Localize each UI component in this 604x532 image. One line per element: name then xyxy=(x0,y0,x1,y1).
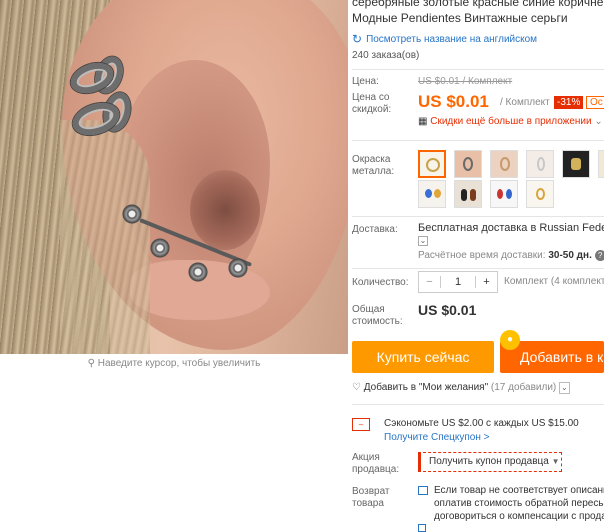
divider xyxy=(352,69,604,70)
get-coupon-link[interactable]: Получите Спецкупон > xyxy=(384,432,490,443)
translate-title-link[interactable]: ↻ Посмотреть название на английском xyxy=(352,32,604,46)
extra-badge: Ос xyxy=(586,96,604,109)
chevron-down-icon[interactable]: ⌄ xyxy=(559,382,570,394)
shipping-dropdown-chevron-icon[interactable]: ⌄ xyxy=(418,236,428,246)
app-promo-text[interactable]: Скидки ещё больше в приложении xyxy=(430,116,591,127)
get-seller-coupon-button[interactable]: Получить купон продавца ▼ xyxy=(418,452,562,472)
magnifier-icon: ⚲ xyxy=(87,358,95,369)
price-label: Цена: xyxy=(352,76,379,87)
buy-now-button[interactable]: Купить сейчас xyxy=(352,341,494,373)
color-swatch[interactable] xyxy=(526,180,554,208)
app-promo-link[interactable]: ▦ Скидки ещё больше в приложении ⌄ xyxy=(418,116,603,127)
flower-charm xyxy=(150,238,170,258)
divider xyxy=(352,404,604,405)
discount-price-label: Цена со скидкой: xyxy=(352,92,392,115)
divider xyxy=(352,268,604,269)
product-title-line: серебряные золотые красные синие коричне xyxy=(352,0,604,9)
total-value: US $0.01 xyxy=(418,302,477,318)
heart-icon: ♡ xyxy=(352,382,361,393)
metal-color-label: Окраска металла: xyxy=(352,154,395,177)
qr-code-icon: ▦ xyxy=(418,116,428,127)
returns-text-line: оплатив стоимость обратной пересы xyxy=(434,498,604,509)
discount-badge: -31% xyxy=(554,96,584,109)
color-swatch[interactable] xyxy=(454,150,482,178)
returns-text-line: Если товар не соответствует описани xyxy=(434,485,604,496)
return-policy-icon xyxy=(418,486,428,495)
color-swatch[interactable] xyxy=(418,180,446,208)
coupon-text: Сэкономьте US $2.00 с каждых US $15.00 xyxy=(384,418,579,429)
zoom-hint: ⚲ Наведите курсор, чтобы увеличить xyxy=(0,358,348,369)
returns-text: Если товар не соответствует описани опла… xyxy=(434,484,604,523)
color-swatch-selected[interactable] xyxy=(418,150,446,178)
current-price: US $0.01 xyxy=(418,92,489,111)
flower-charm xyxy=(188,262,208,282)
product-title: серебряные золотые красные синие коричне… xyxy=(352,0,604,26)
wishlist-label[interactable]: Добавить в "Мои желания" xyxy=(364,382,488,393)
color-swatch[interactable] xyxy=(526,150,554,178)
get-seller-coupon-label[interactable]: Получить купон продавца xyxy=(429,456,549,467)
quantity-stepper: − 1 + xyxy=(418,271,498,293)
price-unit: / Комплект xyxy=(500,97,550,108)
delivery-time-label: Расчётное время доставки: xyxy=(418,250,546,261)
quantity-label: Количество: xyxy=(352,277,409,288)
delivery-time-row: Расчётное время доставки: 30-50 дн. ? xyxy=(418,250,604,261)
color-swatch[interactable] xyxy=(490,150,518,178)
product-info-panel: серебряные золотые красные синие коричне… xyxy=(352,0,604,532)
zoom-hint-text: Наведите курсор, чтобы увеличить xyxy=(97,358,261,369)
delivery-time-value: 30-50 дн. xyxy=(548,250,592,261)
orders-count: 240 заказа(ов) xyxy=(352,50,420,61)
divider xyxy=(352,140,604,141)
returns-label: Возврат товара xyxy=(352,486,390,509)
caret-down-icon: ▼ xyxy=(551,457,560,466)
wishlist-count: (17 добавили) xyxy=(490,382,557,393)
info-icon[interactable]: ? xyxy=(594,250,604,261)
returns-text-line: договориться о компенсации с прода xyxy=(434,511,604,522)
quantity-input[interactable]: 1 xyxy=(441,276,475,288)
flower-charm xyxy=(228,258,248,278)
color-swatch[interactable] xyxy=(454,180,482,208)
color-swatch[interactable] xyxy=(598,150,604,178)
quantity-increase-button[interactable]: + xyxy=(475,276,497,288)
ear-canal-shape xyxy=(190,170,260,250)
color-swatch[interactable] xyxy=(490,180,518,208)
total-label: Общая стоимость: xyxy=(352,304,403,327)
original-price: US $0.01 / Комплект xyxy=(418,76,513,87)
product-title-line: Модные Pendientes Винтажные серьги xyxy=(352,11,568,25)
quantity-available: Комплект (4 комплекта xyxy=(504,276,604,287)
guarantee-icon xyxy=(418,524,426,532)
quantity-decrease-button[interactable]: − xyxy=(419,276,441,288)
translate-icon: ↻ xyxy=(352,32,363,46)
hair-strands xyxy=(60,120,150,354)
shipping-method[interactable]: Бесплатная доставка в Russian Federat xyxy=(418,222,604,234)
shipping-label: Доставка: xyxy=(352,224,398,235)
flower-charm xyxy=(122,204,142,224)
chevron-down-icon: ⌄ xyxy=(594,116,603,127)
translate-title-text[interactable]: Посмотреть название на английском xyxy=(366,34,537,45)
wishlist-row[interactable]: ♡ Добавить в "Мои желания" (17 добавили)… xyxy=(352,382,570,394)
seller-promo-label: Акция продавца: xyxy=(352,452,400,475)
color-swatch[interactable] xyxy=(562,150,590,178)
product-main-image[interactable] xyxy=(0,0,348,354)
cart-promo-icon: ● xyxy=(500,330,520,350)
divider xyxy=(352,216,604,217)
coupon-icon: – xyxy=(352,418,370,431)
